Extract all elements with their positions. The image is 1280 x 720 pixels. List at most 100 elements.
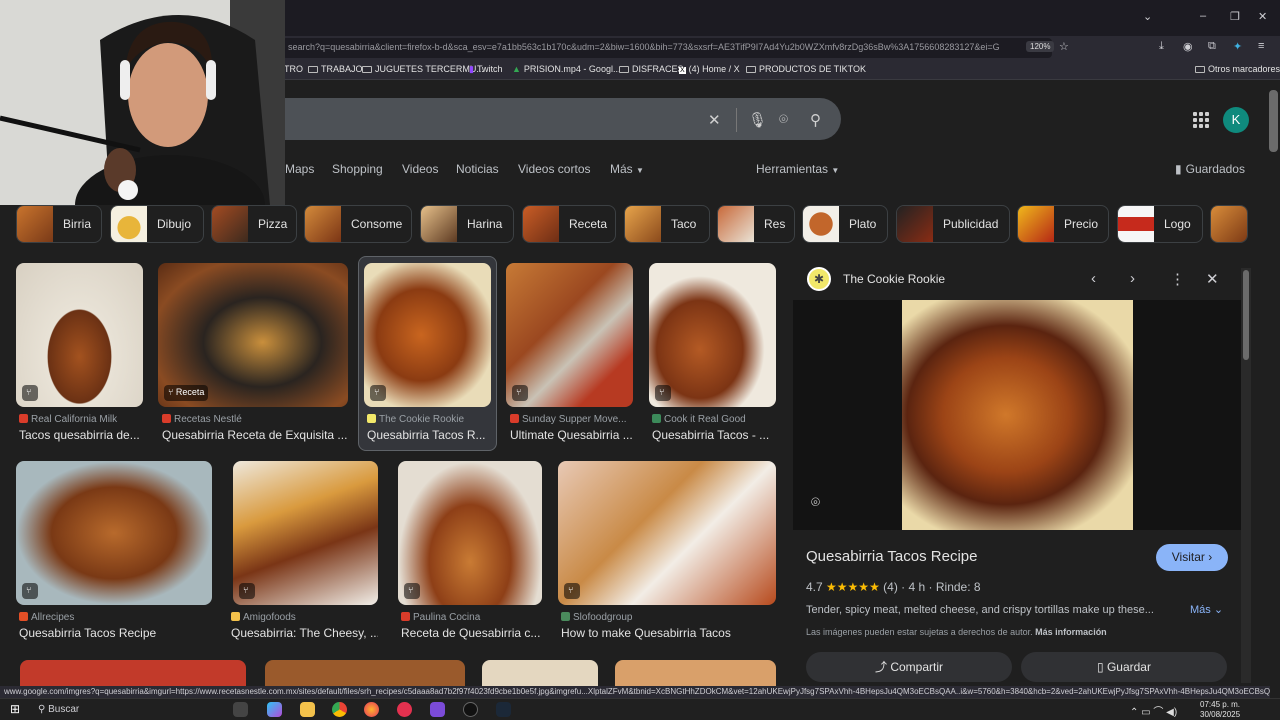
next-icon[interactable]: › bbox=[1130, 270, 1135, 287]
result-source[interactable]: Sunday Supper Move... bbox=[510, 414, 633, 425]
clear-search-icon[interactable]: ✕ bbox=[708, 111, 721, 129]
maximize-icon[interactable]: ❐ bbox=[1230, 10, 1240, 23]
download-icon[interactable]: ⤓ bbox=[1159, 40, 1164, 53]
visit-button[interactable]: Visitar › bbox=[1156, 544, 1228, 571]
result-image[interactable] bbox=[482, 660, 598, 686]
bookmark-item[interactable]: PRODUCTOS DE TIKTOK bbox=[746, 64, 866, 74]
result-title[interactable]: How to make Quesabirria Tacos bbox=[561, 626, 776, 640]
panel-title[interactable]: Quesabirria Tacos Recipe bbox=[806, 548, 977, 565]
bookmark-item[interactable]: TRABAJO bbox=[308, 64, 363, 74]
other-bookmarks[interactable]: Otros marcadores bbox=[1195, 64, 1280, 74]
firefox-icon[interactable] bbox=[364, 702, 379, 717]
result-source[interactable]: Recetas Nestlé bbox=[162, 414, 348, 425]
chip-precio[interactable]: Precio bbox=[1017, 205, 1109, 243]
result-image[interactable]: ⑂ bbox=[16, 461, 212, 605]
taskbar-search[interactable]: ⚲ Buscar bbox=[30, 701, 210, 718]
file-explorer-icon[interactable] bbox=[300, 702, 315, 717]
windows-start-icon[interactable]: ⊞ bbox=[10, 702, 20, 716]
result-title[interactable]: Receta de Quesabirria c... bbox=[401, 626, 542, 640]
chip-logo[interactable]: Logo bbox=[1117, 205, 1203, 243]
bookmark-item[interactable]: ▮ Twitch bbox=[469, 64, 502, 75]
close-panel-icon[interactable]: ✕ bbox=[1206, 270, 1219, 288]
result-source[interactable]: Slofoodgroup bbox=[561, 612, 776, 623]
result-image[interactable]: ⑂ bbox=[364, 263, 491, 407]
close-window-icon[interactable]: ✕ bbox=[1258, 10, 1267, 23]
chip-consome[interactable]: Consome bbox=[304, 205, 412, 243]
extensions-icon[interactable]: ⧉ bbox=[1208, 40, 1216, 53]
panel-scroll-thumb[interactable] bbox=[1243, 270, 1249, 360]
avatar[interactable]: K bbox=[1223, 107, 1249, 133]
result-source[interactable]: Real California Milk bbox=[19, 414, 143, 425]
result-title[interactable]: Quesabirria: The Cheesy, ... bbox=[231, 626, 378, 640]
chip-harina[interactable]: Harina bbox=[420, 205, 514, 243]
tab-short-videos[interactable]: Videos cortos bbox=[518, 162, 591, 176]
minimize-icon[interactable]: – bbox=[1200, 10, 1206, 22]
result-image[interactable] bbox=[265, 660, 465, 686]
url-field[interactable]: search?q=quesabirria&client=firefox-b-d&… bbox=[282, 38, 1052, 58]
result-image[interactable] bbox=[20, 660, 246, 686]
chip-taco[interactable]: Taco bbox=[624, 205, 710, 243]
result-title[interactable]: Ultimate Quesabirria ... bbox=[510, 428, 633, 442]
tab-list-icon[interactable]: ⌄ bbox=[1143, 10, 1152, 23]
result-image[interactable] bbox=[615, 660, 776, 686]
tab-shopping[interactable]: Shopping bbox=[332, 162, 383, 176]
chip-plato[interactable]: Plato bbox=[802, 205, 888, 243]
result-title[interactable]: Quesabirria Tacos Recipe bbox=[19, 626, 212, 640]
zoom-level[interactable]: 120% bbox=[1026, 41, 1055, 52]
account-icon[interactable]: ◉ bbox=[1183, 40, 1193, 53]
lens-search-icon[interactable]: ⌾ bbox=[779, 111, 788, 128]
bookmark-star-icon[interactable]: ☆ bbox=[1059, 40, 1069, 53]
saved-button[interactable]: ▮ Guardados bbox=[1175, 162, 1245, 176]
copilot-icon[interactable] bbox=[267, 702, 282, 717]
voice-search-icon[interactable]: 🎙 bbox=[748, 111, 767, 129]
result-image[interactable]: ⑂ bbox=[233, 461, 378, 605]
result-image[interactable]: ⑂ bbox=[398, 461, 542, 605]
opera-icon[interactable] bbox=[397, 702, 412, 717]
steam-icon[interactable] bbox=[496, 702, 511, 717]
result-image[interactable]: ⑂ Receta bbox=[158, 263, 348, 407]
share-button[interactable]: ⤴ Compartir bbox=[806, 652, 1012, 682]
discord-icon[interactable] bbox=[430, 702, 445, 717]
result-title[interactable]: Quesabirria Receta de Exquisita ... bbox=[162, 428, 348, 442]
bookmark-item[interactable]: ▲ PRISION.mp4 - Googl... bbox=[512, 64, 620, 74]
apps-grid-icon[interactable] bbox=[1193, 112, 1209, 128]
result-image[interactable]: ⑂ bbox=[649, 263, 776, 407]
result-source[interactable]: Allrecipes bbox=[19, 612, 212, 623]
bookmark-item[interactable]: JUGUETES TERCERMU... bbox=[362, 64, 484, 74]
bookmark-item[interactable]: DISFRACES bbox=[619, 64, 684, 74]
more-options-icon[interactable]: ⋮ bbox=[1170, 270, 1185, 288]
save-button[interactable]: ▯ Guardar bbox=[1021, 652, 1227, 682]
result-source[interactable]: Cook it Real Good bbox=[652, 414, 776, 425]
chip-birria[interactable]: Birria bbox=[16, 205, 102, 243]
extension-icon[interactable]: ✦ bbox=[1233, 40, 1242, 53]
result-source[interactable]: The Cookie Rookie bbox=[367, 414, 491, 425]
more-button[interactable]: Más ⌄ bbox=[1190, 603, 1223, 616]
result-title[interactable]: Quesabirria Tacos - ... bbox=[652, 428, 776, 442]
result-title[interactable]: Tacos quesabirria de... bbox=[19, 428, 143, 442]
result-title[interactable]: Quesabirria Tacos R... bbox=[367, 428, 491, 442]
panel-site-name[interactable]: The Cookie Rookie bbox=[843, 272, 945, 286]
result-image[interactable]: ⑂ bbox=[16, 263, 143, 407]
chrome-icon[interactable] bbox=[332, 702, 347, 717]
previous-icon[interactable]: ‹ bbox=[1091, 270, 1096, 287]
tab-maps[interactable]: Maps bbox=[285, 162, 314, 176]
tab-videos[interactable]: Videos bbox=[402, 162, 438, 176]
chip-res[interactable]: Res bbox=[717, 205, 795, 243]
taskbar-clock[interactable]: 07:45 p. m. 30/08/2025 bbox=[1200, 700, 1240, 720]
result-source[interactable]: Amigofoods bbox=[231, 612, 378, 623]
chip-publicidad[interactable]: Publicidad bbox=[896, 205, 1010, 243]
tab-news[interactable]: Noticias bbox=[456, 162, 499, 176]
menu-icon[interactable]: ≡ bbox=[1258, 40, 1264, 52]
result-source[interactable]: Paulina Cocina bbox=[401, 612, 542, 623]
result-image[interactable]: ⑂ bbox=[558, 461, 776, 605]
search-icon[interactable]: ⚲ bbox=[810, 111, 821, 129]
chip-pizza[interactable]: Pizza bbox=[211, 205, 297, 243]
tab-more[interactable]: Más ▼ bbox=[610, 162, 644, 176]
chip-partial[interactable] bbox=[1210, 205, 1248, 243]
more-info-link[interactable]: Más información bbox=[1035, 627, 1107, 637]
task-view-icon[interactable] bbox=[233, 702, 248, 717]
page-scrollbar[interactable] bbox=[1269, 90, 1278, 152]
system-tray-icons[interactable]: ⌃ ▭ ⌒ ◀) bbox=[1130, 703, 1177, 718]
bookmark-item[interactable]: TRO bbox=[284, 64, 303, 74]
bookmark-item[interactable]: X (4) Home / X bbox=[679, 64, 740, 74]
